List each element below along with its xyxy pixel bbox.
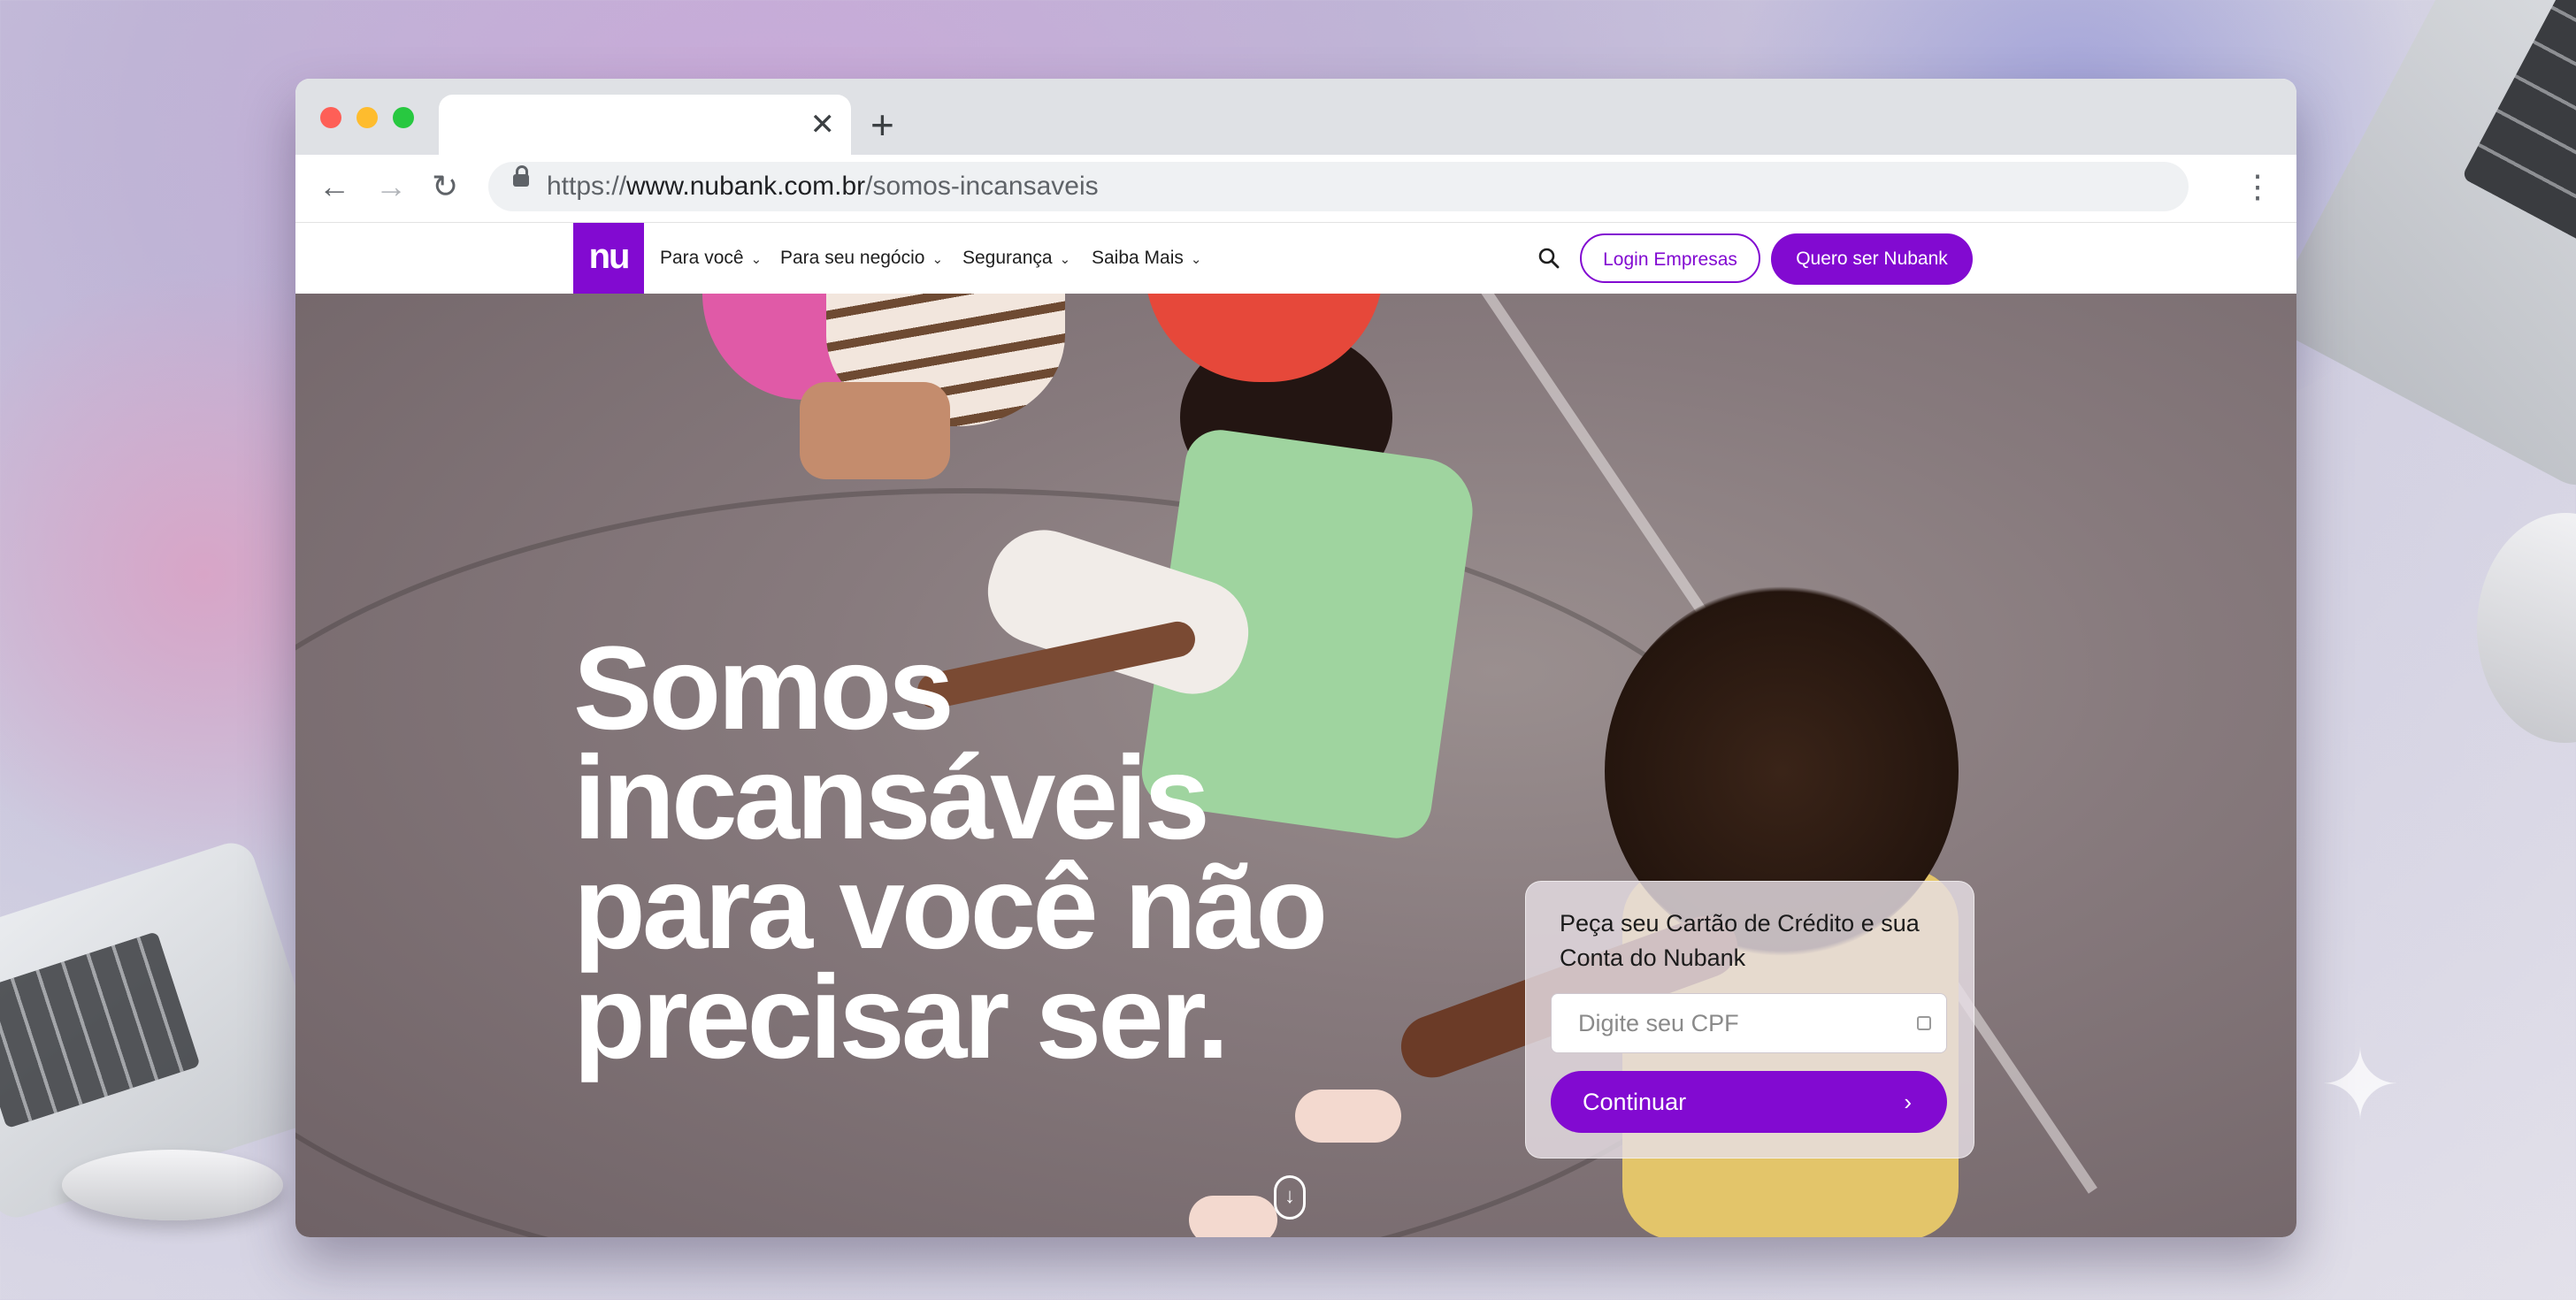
headline-line: precisar ser. xyxy=(573,952,1230,1083)
laptop-keyboard xyxy=(2461,0,2576,265)
browser-tab[interactable]: ✕ xyxy=(439,95,851,157)
back-arrow-icon[interactable]: ← xyxy=(318,162,350,211)
reload-icon[interactable]: ↻ xyxy=(432,162,458,211)
url-scheme: https:// xyxy=(547,172,627,201)
autofill-icon[interactable] xyxy=(1917,1016,1931,1030)
mouse-left-decoration xyxy=(62,1150,283,1220)
nav-item-label: Para você xyxy=(660,248,744,268)
nav-item-seguranca[interactable]: Segurança ⌄ xyxy=(962,223,1070,295)
chevron-down-icon: ⌄ xyxy=(750,252,763,267)
nav-item-para-voce[interactable]: Para você ⌄ xyxy=(660,223,762,295)
nubank-logo[interactable]: nu xyxy=(573,223,644,294)
browser-menu-icon[interactable]: ⋮ xyxy=(2242,165,2273,208)
chevron-down-icon: ⌄ xyxy=(1190,252,1202,267)
chevron-down-icon: ⌄ xyxy=(932,252,944,267)
browser-titlebar: ✕ + xyxy=(295,79,2296,157)
nav-item-para-seu-negocio[interactable]: Para seu negócio ⌄ xyxy=(780,223,943,295)
nav-item-saiba-mais[interactable]: Saiba Mais ⌄ xyxy=(1092,223,1201,295)
close-tab-icon[interactable]: ✕ xyxy=(810,107,836,142)
search-icon[interactable] xyxy=(1537,247,1560,270)
headline-line: para você não xyxy=(573,842,1328,974)
hero-photo-child xyxy=(800,382,950,479)
browser-window: ✕ + ← → ↻ https://www.nubank.com.br/somo… xyxy=(295,79,2296,1237)
sparkle-icon: ✦ xyxy=(2319,1031,2402,1140)
url-text[interactable]: https://www.nubank.com.br/somos-incansav… xyxy=(547,162,1099,211)
nav-item-label: Segurança xyxy=(962,248,1053,268)
signup-card: Peça seu Cartão de Crédito e sua Conta d… xyxy=(1525,881,1974,1159)
browser-toolbar: ← → ↻ https://www.nubank.com.br/somos-in… xyxy=(295,155,2296,224)
quero-ser-nubank-button[interactable]: Quero ser Nubank xyxy=(1771,233,1973,285)
mouse-right-decoration xyxy=(2477,513,2576,743)
headline-line: incansáveis xyxy=(573,732,1210,864)
scroll-down-icon[interactable]: ↓ xyxy=(1274,1175,1306,1220)
webpage: nu Para você ⌄ Para seu negócio ⌄ Seguranç… xyxy=(295,223,2296,1237)
continue-button-label: Continuar xyxy=(1583,1089,1687,1115)
continue-button[interactable]: Continuar › xyxy=(1551,1071,1947,1133)
signup-card-title: Peça seu Cartão de Crédito e sua Conta d… xyxy=(1560,910,1920,971)
new-tab-button[interactable]: + xyxy=(870,102,894,148)
hero-photo-child xyxy=(1189,1196,1277,1237)
minimize-window-button[interactable] xyxy=(356,107,378,128)
chevron-down-icon: ⌄ xyxy=(1059,252,1071,267)
hero-headline: Somos incansáveis para você não precisar… xyxy=(573,623,1369,1083)
maximize-window-button[interactable] xyxy=(393,107,414,128)
nav-item-label: Para seu negócio xyxy=(780,248,925,268)
forward-arrow-icon[interactable]: → xyxy=(375,162,407,211)
url-host: www.nubank.com.br xyxy=(626,172,866,201)
laptop-keyboard xyxy=(0,931,201,1129)
site-header: nu Para você ⌄ Para seu negócio ⌄ Seguranç… xyxy=(295,223,2296,294)
hero-photo-child xyxy=(1295,1090,1401,1143)
close-window-button[interactable] xyxy=(320,107,341,128)
nav-item-label: Saiba Mais xyxy=(1092,248,1184,268)
headline-line: Somos xyxy=(573,623,954,754)
login-empresas-button[interactable]: Login Empresas xyxy=(1580,233,1760,283)
address-bar[interactable]: https://www.nubank.com.br/somos-incansav… xyxy=(488,162,2189,211)
cpf-input[interactable] xyxy=(1551,993,1947,1053)
lock-icon[interactable] xyxy=(513,165,529,187)
chevron-right-icon: › xyxy=(1904,1089,1912,1115)
url-path: /somos-incansaveis xyxy=(865,172,1099,201)
